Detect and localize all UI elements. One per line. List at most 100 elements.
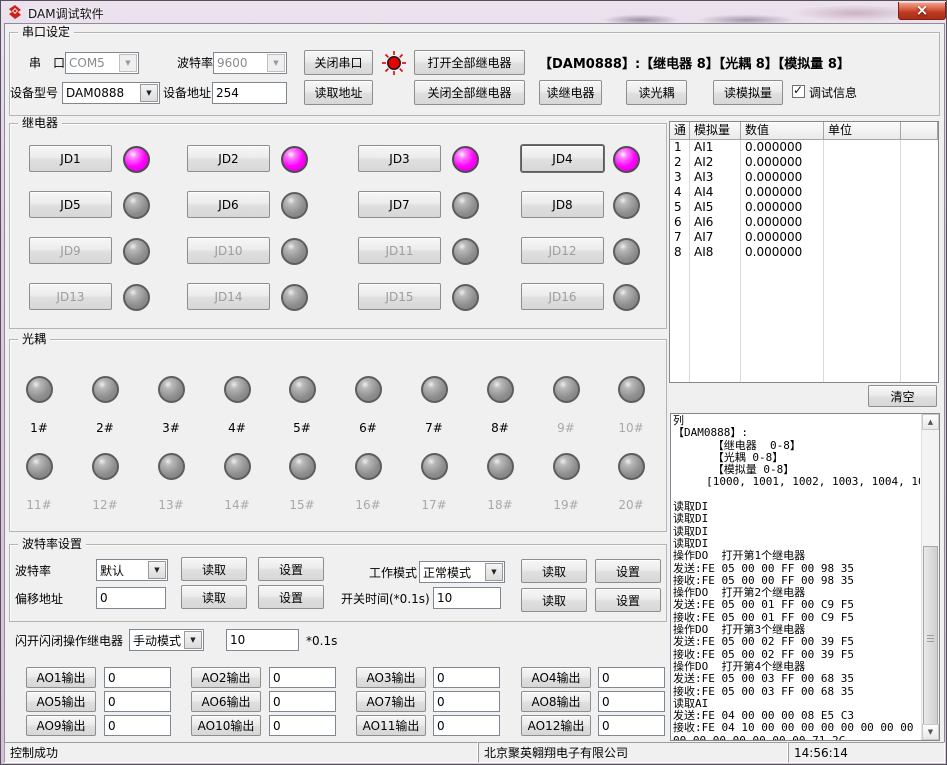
table-row[interactable]: 8AI80.000000	[670, 245, 938, 260]
analog-output-button-9[interactable]: AO9输出	[26, 715, 96, 736]
open-all-relays-button[interactable]: 打开全部继电器	[414, 50, 525, 75]
relay-button-jd13[interactable]: JD13	[29, 283, 112, 310]
analog-output-input-12[interactable]: 0	[598, 715, 665, 736]
log-output: 列 【DAM0888】: 【继电器 0-8】 【光耦 0-8】 【模拟量 0-8…	[673, 415, 920, 740]
relay-button-jd5[interactable]: JD5	[29, 191, 112, 218]
opto-label-5: 5#	[286, 421, 318, 435]
analog-table-header-cell[interactable]: 单位	[824, 122, 901, 140]
read-relay-button[interactable]: 读继电器	[539, 80, 602, 105]
baud-read-button[interactable]: 读取	[181, 557, 247, 581]
work-mode-select[interactable]: 正常模式	[419, 561, 505, 583]
switch-time-read-button[interactable]: 读取	[521, 588, 587, 612]
relay-button-jd10[interactable]: JD10	[187, 237, 270, 264]
analog-output-input-11[interactable]: 0	[433, 715, 500, 736]
analog-output-button-4[interactable]: AO4输出	[521, 667, 591, 688]
analog-output-button-12[interactable]: AO12输出	[521, 715, 591, 736]
scroll-down-icon[interactable]: ▼	[922, 724, 939, 740]
analog-output-input-2[interactable]: 0	[269, 667, 336, 688]
switch-time-input[interactable]: 10	[433, 587, 501, 609]
relay-button-jd6[interactable]: JD6	[187, 191, 270, 218]
work-mode-set-button[interactable]: 设置	[595, 559, 661, 583]
scrollbar-thumb[interactable]	[923, 546, 938, 732]
analog-table-header-cell[interactable]: 数值	[741, 122, 824, 140]
table-row[interactable]: 3AI30.000000	[670, 170, 938, 185]
table-cell: 0.000000	[741, 215, 824, 230]
read-opto-button[interactable]: 读光耦	[626, 80, 687, 105]
relay-button-jd1[interactable]: JD1	[29, 145, 112, 172]
relay-button-jd7[interactable]: JD7	[358, 191, 441, 218]
opto-label-10: 10#	[615, 421, 647, 435]
table-row[interactable]: 6AI60.000000	[670, 215, 938, 230]
analog-output-button-7[interactable]: AO7输出	[356, 691, 426, 712]
log-scrollbar[interactable]: ▲ ▼	[921, 414, 939, 740]
opto-indicator-5	[289, 376, 316, 403]
analog-output-button-6[interactable]: AO6输出	[191, 691, 261, 712]
analog-output-input-10[interactable]: 0	[269, 715, 336, 736]
opto-indicator-14	[224, 453, 251, 480]
analog-output-input-4[interactable]: 0	[598, 667, 665, 688]
baud-set-button[interactable]: 设置	[258, 557, 324, 581]
analog-output-input-9[interactable]: 0	[104, 715, 171, 736]
relay-button-jd16[interactable]: JD16	[521, 283, 604, 310]
analog-output-input-7[interactable]: 0	[433, 691, 500, 712]
analog-output-input-5[interactable]: 0	[104, 691, 171, 712]
analog-output-input-3[interactable]: 0	[433, 667, 500, 688]
analog-table-header-cell[interactable]: 通	[670, 122, 690, 140]
analog-output-input-6[interactable]: 0	[269, 691, 336, 712]
analog-output-button-3[interactable]: AO3输出	[356, 667, 426, 688]
analog-output-button-8[interactable]: AO8输出	[521, 691, 591, 712]
close-port-button[interactable]: 关闭串口	[304, 50, 373, 75]
flash-time-input[interactable]: 10	[226, 629, 299, 651]
analog-table-header-cell[interactable]: 模拟量	[690, 122, 741, 140]
table-cell: AI3	[690, 170, 741, 185]
flash-mode-select[interactable]: 手动模式	[129, 629, 204, 651]
relay-button-jd14[interactable]: JD14	[187, 283, 270, 310]
read-addr-button[interactable]: 读取地址	[304, 80, 373, 105]
serial-baud-select[interactable]: 9600	[213, 52, 287, 74]
relay-button-jd12[interactable]: JD12	[521, 237, 604, 264]
relay-button-jd3[interactable]: JD3	[358, 145, 441, 172]
read-analog-button[interactable]: 读模拟量	[713, 80, 783, 105]
scroll-up-icon[interactable]: ▲	[922, 414, 939, 430]
analog-output-button-2[interactable]: AO2输出	[191, 667, 261, 688]
debug-info-checkbox[interactable]	[792, 85, 805, 98]
table-row[interactable]: 1AI10.000000	[670, 140, 938, 155]
relay-button-jd2[interactable]: JD2	[187, 145, 270, 172]
serial-port-select[interactable]: COM5	[65, 52, 139, 74]
opto-indicator-6	[355, 376, 382, 403]
offset-set-button[interactable]: 设置	[258, 585, 324, 609]
table-row[interactable]: 5AI50.000000	[670, 200, 938, 215]
opto-indicator-15	[289, 453, 316, 480]
relay-legend: 继电器	[18, 116, 62, 130]
device-addr-input[interactable]: 254	[212, 82, 287, 104]
relay-button-jd4[interactable]: JD4	[521, 145, 604, 172]
baud-rate-label: 波特率	[15, 564, 51, 578]
analog-output-input-1[interactable]: 0	[104, 667, 171, 688]
offset-read-button[interactable]: 读取	[181, 585, 247, 609]
close-button[interactable]	[898, 2, 946, 20]
close-all-relays-button[interactable]: 关闭全部继电器	[414, 80, 525, 105]
opto-label-17: 17#	[418, 498, 450, 512]
analog-output-input-8[interactable]: 0	[598, 691, 665, 712]
table-cell: 7	[670, 230, 690, 245]
relay-button-jd15[interactable]: JD15	[358, 283, 441, 310]
relay-button-jd9[interactable]: JD9	[29, 237, 112, 264]
baud-rate-select[interactable]: 默认	[96, 559, 168, 581]
relay-button-jd11[interactable]: JD11	[358, 237, 441, 264]
analog-output-button-5[interactable]: AO5输出	[26, 691, 96, 712]
analog-table-header-cell[interactable]	[901, 122, 938, 140]
analog-output-button-10[interactable]: AO10输出	[191, 715, 261, 736]
relay-button-jd8[interactable]: JD8	[521, 191, 604, 218]
table-row[interactable]: 7AI70.000000	[670, 230, 938, 245]
table-cell	[824, 230, 901, 245]
device-model-select[interactable]: DAM0888	[62, 82, 160, 104]
offset-addr-input[interactable]: 0	[96, 587, 166, 609]
clear-log-button[interactable]: 清空	[868, 385, 937, 407]
switch-time-set-button[interactable]: 设置	[595, 588, 661, 612]
relay-indicator-jd4	[613, 146, 640, 173]
table-row[interactable]: 2AI20.000000	[670, 155, 938, 170]
analog-output-button-1[interactable]: AO1输出	[26, 667, 96, 688]
work-mode-read-button[interactable]: 读取	[521, 559, 587, 583]
analog-output-button-11[interactable]: AO11输出	[356, 715, 426, 736]
table-row[interactable]: 4AI40.000000	[670, 185, 938, 200]
